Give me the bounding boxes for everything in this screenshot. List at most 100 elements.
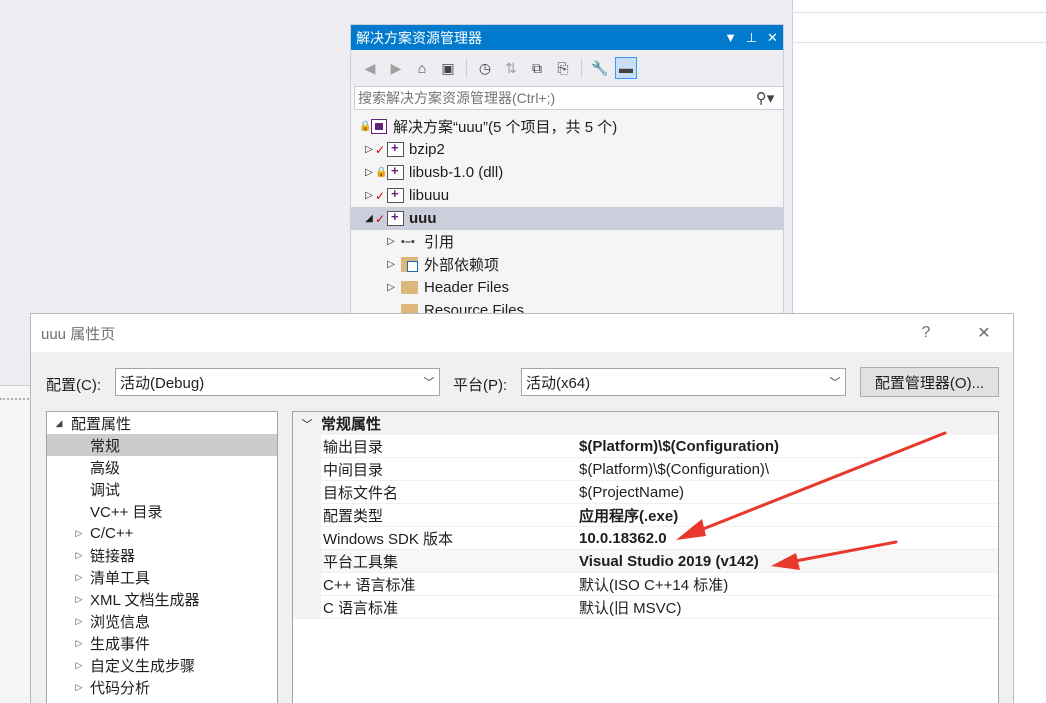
property-value[interactable]: 默认(ISO C++14 标准): [579, 574, 998, 595]
nav-item-label: 配置属性: [71, 415, 132, 433]
property-value[interactable]: $(Platform)\$(Configuration)\: [579, 461, 998, 478]
config-label: 配置(C):: [46, 377, 101, 394]
tree-item-libuuu[interactable]: ▷ ✓ libuuu: [351, 184, 783, 207]
checkmark-icon: ✓: [375, 188, 386, 203]
tree-item-external-deps[interactable]: ▷ 外部依赖项: [351, 253, 783, 276]
expand-icon[interactable]: ▷: [363, 167, 375, 178]
nav-item-label: XML 文档生成器: [90, 591, 200, 609]
row-gutter: [293, 458, 321, 480]
property-value[interactable]: Visual Studio 2019 (v142): [579, 553, 998, 570]
config-select[interactable]: 活动(Debug) ﹀: [115, 368, 440, 396]
platform-select[interactable]: 活动(x64) ﹀: [521, 368, 846, 396]
checkmark-icon: ✓: [375, 211, 386, 226]
external-dependencies-icon: [401, 257, 418, 272]
property-value[interactable]: 默认(旧 MSVC): [579, 597, 998, 618]
expand-icon[interactable]: ▷: [73, 550, 85, 561]
splitter-grip[interactable]: [0, 398, 32, 402]
collapse-all-icon[interactable]: ⧉: [526, 57, 548, 79]
nav-item-cpp[interactable]: ▷ C/C++: [47, 522, 277, 544]
tree-item-solution[interactable]: 🔒 解决方案“uuu”(5 个项目，共 5 个): [351, 115, 783, 138]
back-icon[interactable]: ◀: [359, 57, 381, 79]
tree-item-libusb[interactable]: ▷ 🔒 libusb-1.0 (dll): [351, 161, 783, 184]
expand-icon[interactable]: ▷: [73, 528, 85, 539]
nav-item-manifest-tool[interactable]: ▷ 清单工具: [47, 566, 277, 588]
nav-item-build-events[interactable]: ▷ 生成事件: [47, 632, 277, 654]
property-row[interactable]: 平台工具集 Visual Studio 2019 (v142): [293, 550, 998, 573]
help-icon[interactable]: ?: [897, 324, 955, 342]
nav-item-label: 浏览信息: [90, 613, 151, 631]
nav-item-xml-doc-generator[interactable]: ▷ XML 文档生成器: [47, 588, 277, 610]
forward-icon[interactable]: ▶: [385, 57, 407, 79]
solution-search-input[interactable]: [358, 90, 747, 106]
show-all-files-icon[interactable]: ⎘: [552, 57, 574, 79]
nav-item-linker[interactable]: ▷ 链接器: [47, 544, 277, 566]
row-gutter: [293, 481, 321, 503]
nav-item-browse-info[interactable]: ▷ 浏览信息: [47, 610, 277, 632]
property-name: Windows SDK 版本: [323, 530, 454, 548]
nav-item-general[interactable]: 常规: [47, 434, 277, 456]
property-value[interactable]: $(ProjectName): [579, 484, 998, 501]
expand-icon[interactable]: ▷: [73, 594, 85, 605]
pending-changes-icon[interactable]: ◷: [474, 57, 496, 79]
expand-icon[interactable]: ▷: [385, 236, 397, 247]
nav-item-label: 调试: [90, 481, 121, 499]
expand-icon[interactable]: ▷: [385, 259, 397, 270]
project-icon: [387, 163, 404, 180]
nav-item-vc-directories[interactable]: VC++ 目录: [47, 500, 277, 522]
property-row[interactable]: Windows SDK 版本 10.0.18362.0: [293, 527, 998, 550]
row-gutter: [293, 550, 321, 572]
close-icon[interactable]: ✕: [762, 30, 783, 46]
nav-item-config-properties[interactable]: ◢ 配置属性: [47, 412, 277, 434]
search-icon[interactable]: ⚲▾: [747, 89, 783, 107]
expand-icon[interactable]: ▷: [73, 638, 85, 649]
config-manager-button[interactable]: 配置管理器(O)...: [860, 367, 999, 397]
expand-icon[interactable]: ▷: [385, 282, 397, 293]
tree-item-uuu[interactable]: ◢ ✓ uuu: [351, 207, 783, 230]
expand-icon[interactable]: ▷: [73, 572, 85, 583]
project-icon: [387, 209, 404, 226]
properties-wrench-icon[interactable]: 🔧: [589, 57, 611, 79]
property-grid: ﹀ 常规属性 输出目录 $(Platform)\$(Configuration)…: [292, 411, 999, 703]
expand-icon[interactable]: ▷: [73, 682, 85, 693]
nav-item-custom-build-step[interactable]: ▷ 自定义生成步骤: [47, 654, 277, 676]
close-icon[interactable]: ✕: [955, 323, 1013, 343]
dropdown-icon[interactable]: ▼: [720, 30, 741, 45]
preview-selected-icon[interactable]: ▬: [615, 57, 637, 79]
property-value[interactable]: 应用程序(.exe): [579, 505, 998, 526]
expand-icon[interactable]: ▷: [363, 144, 375, 155]
toolbar-separator: [466, 58, 467, 78]
sync-icon[interactable]: ⇅: [500, 57, 522, 79]
checkmark-icon: ✓: [375, 142, 386, 157]
property-row[interactable]: 配置类型 应用程序(.exe): [293, 504, 998, 527]
property-value[interactable]: 10.0.18362.0: [579, 530, 998, 547]
switch-views-icon[interactable]: ▣: [437, 57, 459, 79]
property-pages-dialog: uuu 属性页 ? ✕ 配置(C): 活动(Debug) ﹀ 平台(P): 活动…: [30, 313, 1014, 703]
property-row[interactable]: 中间目录 $(Platform)\$(Configuration)\: [293, 458, 998, 481]
toolbar-separator: [581, 58, 582, 78]
nav-item-label: C/C++: [90, 524, 134, 542]
solution-explorer-title: 解决方案资源管理器: [356, 29, 482, 46]
property-row[interactable]: C++ 语言标准 默认(ISO C++14 标准): [293, 573, 998, 596]
property-category-label: 常规属性: [321, 416, 382, 433]
expand-icon[interactable]: ▷: [73, 660, 85, 671]
nav-item-debugging[interactable]: 调试: [47, 478, 277, 500]
collapse-icon[interactable]: ◢: [53, 418, 65, 429]
property-category-general[interactable]: ﹀ 常规属性: [293, 412, 998, 435]
tree-item-bzip2[interactable]: ▷ ✓ bzip2: [351, 138, 783, 161]
references-icon: ▪–▪: [401, 235, 415, 248]
property-row[interactable]: 输出目录 $(Platform)\$(Configuration): [293, 435, 998, 458]
collapse-icon[interactable]: ◢: [363, 213, 375, 224]
tree-item-header-files[interactable]: ▷ Header Files: [351, 276, 783, 299]
property-row[interactable]: C 语言标准 默认(旧 MSVC): [293, 596, 998, 619]
home-icon[interactable]: ⌂: [411, 57, 433, 79]
chevron-down-icon[interactable]: ﹀: [293, 416, 321, 432]
tree-item-references[interactable]: ▷ ▪–▪ 引用: [351, 230, 783, 253]
nav-item-code-analysis[interactable]: ▷ 代码分析: [47, 676, 277, 698]
nav-item-advanced[interactable]: 高级: [47, 456, 277, 478]
pin-icon[interactable]: ⊥: [741, 30, 762, 46]
row-gutter: [293, 527, 321, 549]
property-value[interactable]: $(Platform)\$(Configuration): [579, 438, 998, 455]
expand-icon[interactable]: ▷: [363, 190, 375, 201]
property-row[interactable]: 目标文件名 $(ProjectName): [293, 481, 998, 504]
expand-icon[interactable]: ▷: [73, 616, 85, 627]
